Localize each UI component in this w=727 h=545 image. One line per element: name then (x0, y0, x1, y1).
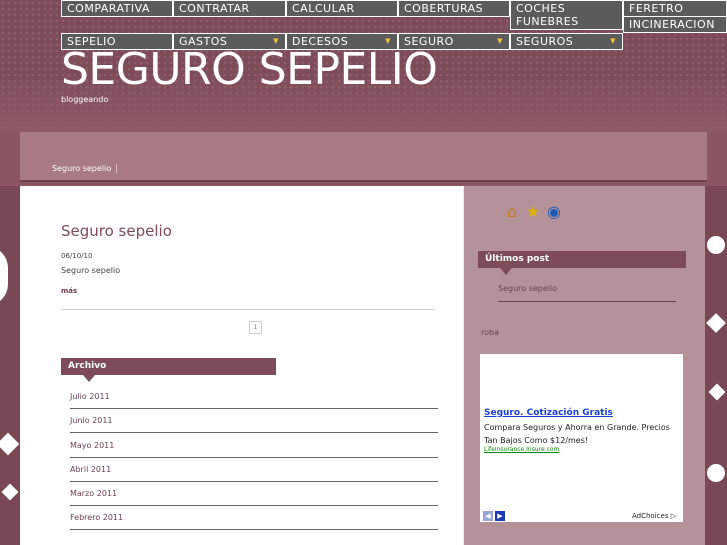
latest-post-link[interactable]: Seguro sepelio (498, 284, 557, 293)
nav-comparativa[interactable]: COMPARATIVA (61, 0, 173, 17)
archive-item[interactable]: Febrero 2011 (70, 506, 438, 530)
archive-header: Archivo (61, 358, 276, 382)
widget-label: roba (481, 328, 499, 337)
nav-coberturas[interactable]: COBERTURAS (398, 0, 510, 17)
nav-incineracion[interactable]: INCINERACION (623, 16, 727, 33)
archive-item[interactable]: Abril 2011 (70, 458, 438, 482)
pointer-arrow (500, 268, 512, 275)
right-swirl (707, 464, 725, 482)
nav-feretro[interactable]: FERETRO (623, 0, 727, 17)
ad-headline[interactable]: Seguro. Cotización Gratis (484, 408, 613, 418)
archive-item[interactable]: Mayo 2011 (70, 434, 438, 458)
ad-banner: Seguro. Cotización Gratis Compara Seguro… (480, 354, 683, 522)
blog-title[interactable]: SEGURO SEPELIO (61, 44, 438, 95)
sidebar-icons: ⌂ ★ ◉ (502, 202, 565, 222)
nav-coches-funebres[interactable]: COCHES FUNEBRES (510, 0, 623, 30)
breadcrumb-link[interactable]: Seguro sepelio (52, 164, 118, 173)
nav-seguros-dropdown[interactable]: SEGUROS (510, 33, 623, 50)
latest-posts-header: Últimos post (478, 251, 686, 275)
archive-item[interactable]: Julio 2011 (70, 385, 438, 409)
ad-prev-icon[interactable]: ◀ (483, 511, 493, 521)
divider (498, 301, 676, 302)
divider (61, 309, 435, 310)
homepage-globe-icon[interactable]: ◉ (544, 202, 564, 222)
latest-posts-title: Últimos post (485, 254, 550, 264)
nav-calcular[interactable]: CALCULAR (286, 0, 398, 17)
read-more-link[interactable]: más (61, 287, 77, 295)
adchoices-link[interactable]: AdChoices ▷ (632, 512, 676, 520)
home-icon[interactable]: ⌂ (502, 202, 522, 222)
right-decoration (705, 186, 727, 545)
pointer-arrow (83, 375, 95, 382)
archive-item[interactable]: Junio 2011 (70, 409, 438, 433)
archive-title: Archivo (68, 361, 107, 371)
post-title[interactable]: Seguro sepelio (61, 222, 172, 240)
right-diamond (706, 313, 726, 333)
nav-contratar[interactable]: CONTRATAR (173, 0, 286, 17)
left-decoration (0, 186, 20, 545)
left-diamond (1, 483, 19, 501)
ad-next-icon[interactable]: ▶ (495, 511, 505, 521)
ad-text: Compara Seguros y Ahorra en Grande. Prec… (484, 423, 670, 445)
left-diamond (0, 432, 20, 456)
post-date: 06/10/10 (61, 252, 93, 260)
favorite-icon[interactable]: ★ (523, 202, 543, 222)
blog-tagline: bloggeando (61, 95, 109, 104)
left-swirl (0, 246, 8, 306)
page-number[interactable]: 1 (249, 321, 262, 334)
post-excerpt: Seguro sepelio (61, 266, 121, 275)
breadcrumb-panel (20, 132, 707, 182)
ad-url[interactable]: LifeInsurance.Insure.com (484, 446, 559, 453)
archive-item[interactable]: Marzo 2011 (70, 482, 438, 506)
right-diamond (708, 383, 726, 401)
right-swirl (707, 236, 725, 254)
